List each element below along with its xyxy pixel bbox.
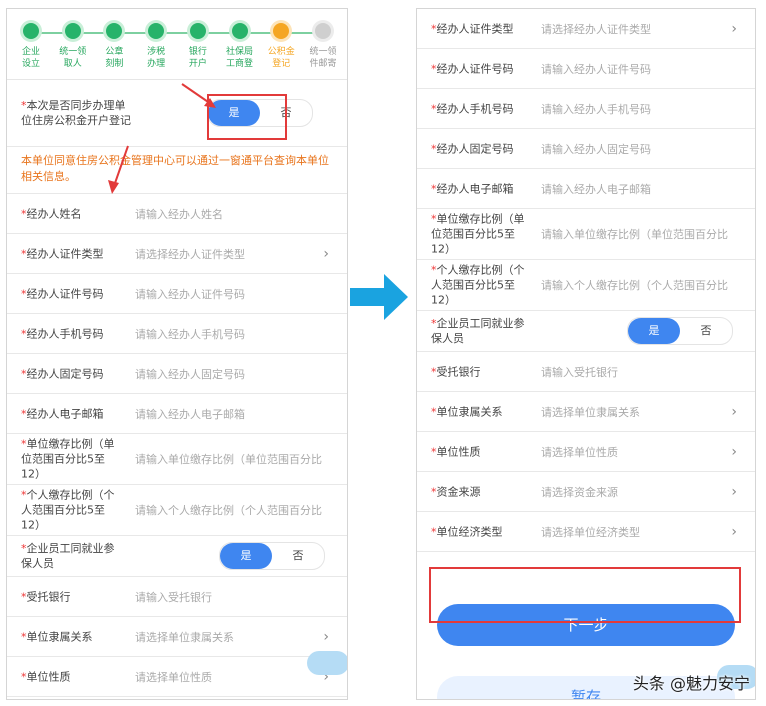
form-field-row[interactable]: *个人缴存比例（个人范围百分比5至12） 请输入个人缴存比例（个人范围百分比 (417, 260, 755, 311)
field-label: *单位隶属关系 (431, 404, 525, 419)
arrow-head-notice (108, 180, 119, 194)
employee-insured-label: *企业员工同就业参保人员 (431, 317, 525, 345)
arrow-to-notice (113, 145, 129, 187)
form-field-row[interactable]: *经办人固定号码 请输入经办人固定号码 (417, 129, 755, 169)
form-field-row[interactable]: *经办人证件号码 请输入经办人证件号码 (417, 49, 755, 89)
form-field-row[interactable]: *经办人手机号码 请输入经办人手机号码 (417, 89, 755, 129)
field-label-text: 个人缴存比例（个人范围百分比5至12） (431, 263, 525, 307)
field-label: *经办人电子邮箱 (431, 181, 525, 196)
field-label-text: 经办人证件类型 (436, 22, 514, 35)
employee-yes-option[interactable]: 是 (628, 318, 680, 344)
employee-insured-toggle[interactable]: 是 否 (627, 317, 733, 345)
field-label-text: 经办人手机号码 (436, 102, 514, 115)
text-input[interactable]: 请输入经办人手机号码 (541, 101, 741, 117)
text-input[interactable]: 请输入受托银行 (541, 364, 741, 380)
watermark-text: 头条 @魅力安宁 (632, 674, 750, 693)
field-label-text: 单位经济类型 (436, 525, 503, 538)
text-input[interactable]: 请输入经办人证件号码 (541, 61, 741, 77)
field-label-text: 资金来源 (436, 485, 481, 498)
field-label: *单位缴存比例（单位范围百分比5至12） (431, 212, 525, 257)
text-input[interactable]: 请输入经办人电子邮箱 (541, 181, 741, 197)
field-label: *个人缴存比例（个人范围百分比5至12） (431, 263, 525, 308)
highlight-box-next (429, 567, 741, 623)
chevron-right-icon: › (731, 443, 737, 460)
field-label: *受托银行 (431, 364, 525, 379)
chevron-right-icon: › (731, 483, 737, 500)
text-input[interactable]: 请输入单位缴存比例（单位范围百分比 (541, 226, 741, 242)
chevron-right-icon: › (731, 523, 737, 540)
field-label: *经办人证件类型 (431, 21, 525, 36)
select-field[interactable]: 请选择资金来源 (541, 484, 741, 500)
employee-insured-row: *企业员工同就业参保人员 是 否 (417, 311, 755, 352)
field-label: *经办人手机号码 (431, 101, 525, 116)
employee-no-option[interactable]: 否 (680, 318, 732, 344)
text-input[interactable]: 请输入经办人固定号码 (541, 141, 741, 157)
field-label-text: 经办人证件号码 (436, 62, 514, 75)
field-label: *单位性质 (431, 444, 525, 459)
chevron-right-icon: › (731, 403, 737, 420)
chevron-right-icon: › (731, 20, 737, 37)
form-field-row[interactable]: *经办人证件类型 请选择经办人证件类型 › (417, 9, 755, 49)
form-field-row[interactable]: *受托银行 请输入受托银行 (417, 352, 755, 392)
field-label-text: 经办人固定号码 (436, 142, 514, 155)
field-label-text: 单位缴存比例（单位范围百分比5至12） (431, 212, 525, 256)
transition-arrow-icon (350, 274, 408, 320)
form-field-row[interactable]: *单位性质 请选择单位性质 › (417, 432, 755, 472)
field-label: *经办人固定号码 (431, 141, 525, 156)
form-field-row[interactable]: *单位经济类型 请选择单位经济类型 › (417, 512, 755, 552)
form-field-row[interactable]: *经办人电子邮箱 请输入经办人电子邮箱 (417, 169, 755, 209)
form-field-row[interactable]: *资金来源 请选择资金来源› (417, 472, 755, 512)
form-field-row[interactable]: *单位缴存比例（单位范围百分比5至12） 请输入单位缴存比例（单位范围百分比 (417, 209, 755, 260)
field-label-text: 单位隶属关系 (436, 405, 503, 418)
select-field[interactable]: 请选择单位隶属关系 (541, 404, 741, 420)
select-field[interactable]: 请选择单位性质 (541, 444, 741, 460)
form-field-row[interactable]: *单位隶属关系 请选择单位隶属关系 › (417, 392, 755, 432)
field-label-text: 受托银行 (436, 365, 481, 378)
select-field[interactable]: 请选择单位经济类型 (541, 524, 741, 540)
field-label: *经办人证件号码 (431, 61, 525, 76)
field-label: *单位经济类型 (431, 524, 525, 539)
select-field[interactable]: 请选择经办人证件类型 (541, 21, 741, 37)
field-label-text: 经办人电子邮箱 (436, 182, 514, 195)
field-label-text: 单位性质 (436, 445, 481, 458)
text-input[interactable]: 请输入个人缴存比例（个人范围百分比 (541, 277, 741, 293)
field-label: *资金来源 (431, 484, 525, 499)
